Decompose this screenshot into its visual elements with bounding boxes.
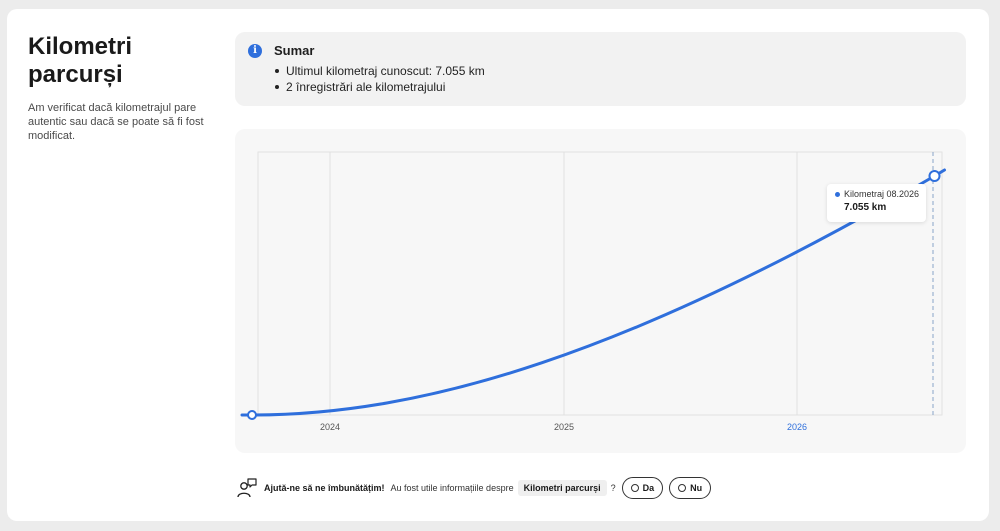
- mileage-chart: 2024 2025 2026: [235, 129, 966, 453]
- tooltip-label: Kilometraj 08.2026: [844, 189, 920, 199]
- info-icon: i: [248, 44, 262, 58]
- feedback-question-mark: ?: [610, 483, 616, 493]
- feedback-person-icon: [237, 478, 257, 498]
- bullet-icon: [275, 85, 279, 89]
- x-tick-2025: 2025: [554, 422, 574, 432]
- chart-svg: 2024 2025 2026: [240, 151, 946, 432]
- frown-icon: [678, 484, 687, 492]
- chart-tooltip: Kilometraj 08.2026 7.055 km: [827, 184, 926, 222]
- smile-icon: [630, 484, 639, 492]
- feedback-no-button[interactable]: Nu: [669, 477, 712, 499]
- page-title: Kilometri parcurși: [28, 33, 133, 88]
- feedback-title: Ajută-ne să ne îmbunătățim!: [264, 483, 385, 493]
- feedback-yes-button[interactable]: Da: [621, 477, 664, 499]
- feedback-bar: Ajută-ne să ne îmbunătățim! Au fost util…: [236, 476, 717, 500]
- data-point-start[interactable]: [247, 410, 257, 420]
- no-label: Nu: [690, 483, 703, 493]
- tooltip-dot-icon: [835, 192, 840, 197]
- x-tick-2024: 2024: [320, 422, 340, 432]
- data-point-end[interactable]: [928, 170, 941, 182]
- yes-label: Da: [642, 483, 655, 493]
- summary-title: Sumar: [274, 43, 315, 58]
- autovit-logo: AUTOVIT.RO: [8, 498, 167, 523]
- feedback-topic: Kilometri parcurși: [517, 480, 607, 496]
- summary-list: Ultimul kilometraj cunoscut: 7.055 km 2 …: [275, 63, 485, 95]
- tooltip-value: 7.055 km: [844, 202, 887, 213]
- feedback-question: Au fost utile informațiile despre: [390, 483, 514, 493]
- summary-item: Ultimul kilometraj cunoscut: 7.055 km: [275, 63, 485, 79]
- section-header: Kilometri parcurși Am verificat dacă kil…: [28, 33, 218, 143]
- summary-item: 2 înregistrări ale kilometrajului: [275, 79, 485, 95]
- x-tick-2026: 2026: [787, 422, 807, 432]
- summary-item-text: 2 înregistrări ale kilometrajului: [286, 80, 446, 94]
- summary-item-text: Ultimul kilometraj cunoscut: 7.055 km: [286, 64, 485, 78]
- summary-box: i Sumar Ultimul kilometraj cunoscut: 7.0…: [235, 32, 966, 106]
- page-description: Am verificat dacă kilometrajul pare aute…: [28, 102, 204, 142]
- bullet-icon: [275, 69, 279, 73]
